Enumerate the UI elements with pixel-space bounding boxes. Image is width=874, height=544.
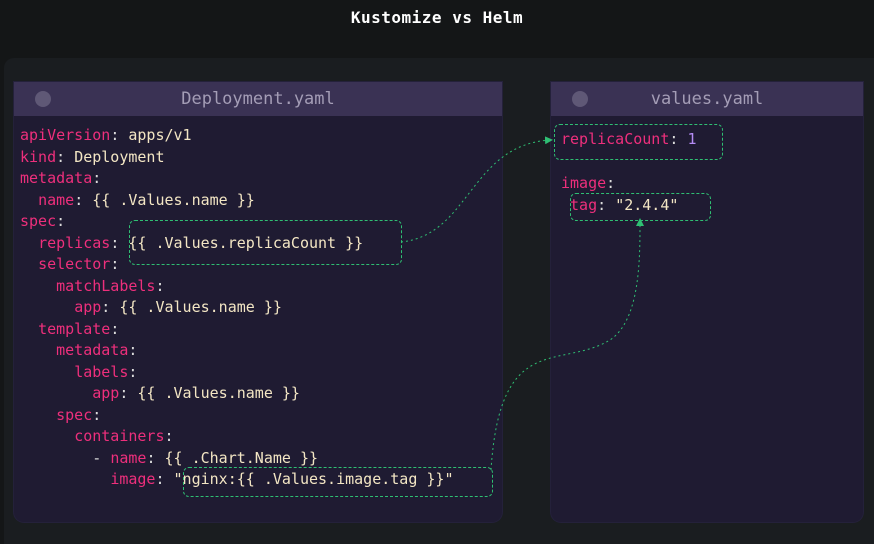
deployment-yaml-filename: Deployment.yaml xyxy=(181,89,335,109)
code-line: kind: Deployment xyxy=(20,147,165,167)
yaml-value: 1 xyxy=(687,130,697,148)
yaml-value: {{ .Values.replicaCount }} xyxy=(128,234,364,252)
deployment-yaml-header: Deployment.yaml xyxy=(14,82,502,116)
yaml-key: metadata xyxy=(20,169,93,187)
yaml-key: spec xyxy=(56,406,93,424)
code-line: replicas: {{ .Values.replicaCount }} xyxy=(20,233,363,253)
yaml-key: name xyxy=(38,191,75,209)
yaml-separator: : xyxy=(597,196,616,214)
yaml-key: metadata xyxy=(56,341,129,359)
yaml-separator: : xyxy=(56,212,66,230)
yaml-key: tag xyxy=(570,196,598,214)
code-line: image: xyxy=(561,173,615,193)
code-line: template: xyxy=(20,319,119,339)
code-line: - name: {{ .Chart.Name }} xyxy=(20,448,318,468)
yaml-value: "nginx:{{ .Values.image.tag }}" xyxy=(173,470,454,488)
yaml-key: replicaCount xyxy=(561,130,670,148)
code-line: name: {{ .Values.name }} xyxy=(20,190,255,210)
window-dot-icon xyxy=(572,91,588,107)
yaml-separator: : xyxy=(128,341,138,359)
yaml-separator: : xyxy=(155,470,174,488)
code-line: labels: xyxy=(20,362,137,382)
window-dot-icon xyxy=(35,91,51,107)
list-dash: - xyxy=(92,449,111,467)
yaml-key: spec xyxy=(20,212,57,230)
code-line: replicaCount: 1 xyxy=(561,129,696,149)
yaml-key: template xyxy=(38,320,111,338)
yaml-separator: : xyxy=(128,363,138,381)
yaml-value: {{ .Chart.Name }} xyxy=(164,449,319,467)
yaml-key: image xyxy=(110,470,156,488)
code-line: spec: xyxy=(20,211,65,231)
code-line: app: {{ .Values.name }} xyxy=(20,297,282,317)
yaml-key: labels xyxy=(74,363,129,381)
yaml-key: matchLabels xyxy=(56,277,156,295)
yaml-separator: : xyxy=(110,255,120,273)
yaml-key: image xyxy=(561,174,607,192)
yaml-value: {{ .Values.name }} xyxy=(137,384,300,402)
code-line: tag: "2.4.4" xyxy=(561,195,678,215)
values-yaml-header: values.yaml xyxy=(551,82,863,116)
yaml-separator: : xyxy=(606,174,616,192)
code-line: apiVersion: apps/v1 xyxy=(20,125,192,145)
yaml-key: app xyxy=(74,298,102,316)
yaml-separator: : xyxy=(110,320,120,338)
code-line: image: "nginx:{{ .Values.image.tag }}" xyxy=(20,469,454,489)
yaml-separator: : xyxy=(101,298,120,316)
yaml-separator: : xyxy=(119,384,138,402)
yaml-separator: : xyxy=(92,169,102,187)
code-line: spec: xyxy=(20,405,101,425)
yaml-value: {{ .Values.name }} xyxy=(92,191,255,209)
values-yaml-filename: values.yaml xyxy=(650,89,764,109)
yaml-key: replicas xyxy=(38,234,111,252)
yaml-separator: : xyxy=(669,130,688,148)
yaml-separator: : xyxy=(56,148,75,166)
yaml-value: Deployment xyxy=(74,148,165,166)
yaml-key: containers xyxy=(74,427,165,445)
yaml-value: apps/v1 xyxy=(128,126,192,144)
yaml-separator: : xyxy=(110,234,129,252)
yaml-value: {{ .Values.name }} xyxy=(119,298,282,316)
diagram-title: Kustomize vs Helm xyxy=(350,8,524,27)
code-line: selector: xyxy=(20,254,119,274)
yaml-key: app xyxy=(92,384,120,402)
code-line: metadata: xyxy=(20,168,101,188)
yaml-separator: : xyxy=(146,449,165,467)
code-line: matchLabels: xyxy=(20,276,165,296)
yaml-separator: : xyxy=(155,277,165,295)
yaml-key: apiVersion xyxy=(20,126,111,144)
yaml-key: name xyxy=(110,449,147,467)
code-line: metadata: xyxy=(20,340,137,360)
yaml-separator: : xyxy=(92,406,102,424)
yaml-key: selector xyxy=(38,255,111,273)
code-line: containers: xyxy=(20,426,174,446)
yaml-separator: : xyxy=(164,427,174,445)
yaml-value: "2.4.4" xyxy=(615,196,679,214)
yaml-separator: : xyxy=(110,126,129,144)
yaml-key: kind xyxy=(20,148,57,166)
yaml-separator: : xyxy=(74,191,93,209)
code-line: app: {{ .Values.name }} xyxy=(20,383,300,403)
